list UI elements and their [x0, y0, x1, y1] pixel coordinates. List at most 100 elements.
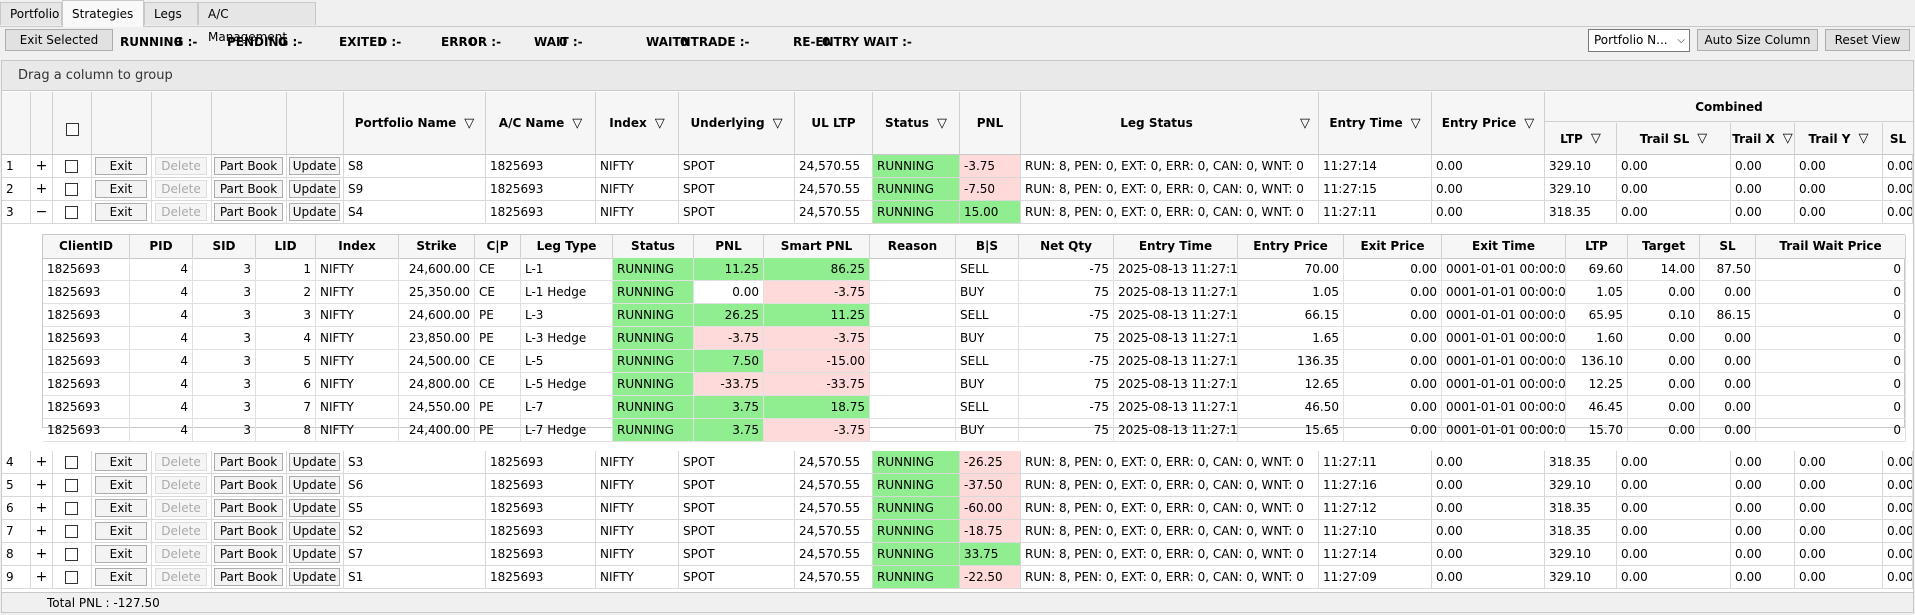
header-status[interactable]: Status ▽ — [873, 92, 960, 154]
exit-button[interactable]: Exit — [95, 476, 147, 494]
group-panel[interactable]: Drag a column to group — [2, 61, 1913, 91]
update-button[interactable]: Update — [289, 157, 340, 175]
legs-header-call-put[interactable]: C|P — [475, 235, 521, 258]
filter-icon[interactable]: ▽ — [1591, 131, 1601, 146]
tab-portfolio[interactable]: Portfolio — [0, 2, 62, 25]
header-ac-name[interactable]: A/C Name ▽ — [486, 92, 596, 154]
row-checkbox[interactable] — [65, 479, 78, 492]
header-leg-status[interactable]: Leg Status ▽ — [1021, 92, 1319, 154]
expand-toggle[interactable]: + — [31, 520, 53, 542]
delete-button[interactable]: Delete — [155, 157, 207, 175]
header-trail-sl[interactable]: Trail SL ▽ — [1617, 123, 1731, 154]
legs-header-lid[interactable]: LID — [256, 235, 316, 258]
header-trail-x[interactable]: Trail X ▽ — [1731, 123, 1795, 154]
header-sl[interactable]: SL — [1883, 123, 1913, 154]
delete-button[interactable]: Delete — [155, 499, 207, 517]
update-button[interactable]: Update — [289, 476, 340, 494]
column-select[interactable]: Portfolio N... ⌵ — [1588, 29, 1690, 52]
header-ul-ltp[interactable]: UL LTP — [795, 92, 873, 154]
legs-header-ltp[interactable]: LTP — [1566, 235, 1628, 258]
filter-icon[interactable]: ▽ — [1411, 116, 1421, 131]
expand-toggle[interactable]: + — [31, 474, 53, 496]
row-checkbox[interactable] — [65, 502, 78, 515]
exit-button[interactable]: Exit — [95, 568, 147, 586]
select-all-checkbox[interactable] — [65, 122, 79, 136]
expand-toggle[interactable]: + — [31, 543, 53, 565]
filter-icon[interactable]: ▽ — [464, 116, 474, 131]
filter-icon[interactable]: ▽ — [773, 116, 783, 131]
part-book-button[interactable]: Part Book — [214, 180, 283, 198]
expand-toggle[interactable]: + — [31, 497, 53, 519]
legs-header-buy-sell[interactable]: B|S — [956, 235, 1019, 258]
filter-icon[interactable]: ▽ — [1858, 131, 1868, 146]
delete-button[interactable]: Delete — [155, 545, 207, 563]
expand-toggle[interactable]: + — [31, 451, 53, 473]
header-entry-price[interactable]: Entry Price ▽ — [1432, 92, 1545, 154]
filter-icon[interactable]: ▽ — [1697, 131, 1707, 146]
exit-selected-button[interactable]: Exit Selected — [5, 29, 113, 51]
update-button[interactable]: Update — [289, 180, 340, 198]
header-ltp[interactable]: LTP ▽ — [1545, 123, 1617, 154]
header-index[interactable]: Index ▽ — [596, 92, 679, 154]
row-checkbox[interactable] — [65, 456, 78, 469]
part-book-button[interactable]: Part Book — [214, 522, 283, 540]
exit-button[interactable]: Exit — [95, 203, 147, 221]
legs-header-exit-time[interactable]: Exit Time — [1442, 235, 1566, 258]
legs-header-index[interactable]: Index — [316, 235, 399, 258]
delete-button[interactable]: Delete — [155, 180, 207, 198]
part-book-button[interactable]: Part Book — [214, 453, 283, 471]
row-checkbox[interactable] — [65, 571, 78, 584]
auto-size-column-button[interactable]: Auto Size Column — [1697, 29, 1818, 51]
part-book-button[interactable]: Part Book — [214, 568, 283, 586]
row-checkbox[interactable] — [65, 525, 78, 538]
legs-header-smart-pnl[interactable]: Smart PNL — [764, 235, 870, 258]
exit-button[interactable]: Exit — [95, 522, 147, 540]
legs-header-strike[interactable]: Strike — [399, 235, 475, 258]
part-book-button[interactable]: Part Book — [214, 545, 283, 563]
update-button[interactable]: Update — [289, 453, 340, 471]
reset-view-button[interactable]: Reset View — [1825, 29, 1910, 51]
delete-button[interactable]: Delete — [155, 203, 207, 221]
row-checkbox[interactable] — [65, 160, 78, 173]
legs-header-client-id[interactable]: ClientID — [43, 235, 130, 258]
exit-button[interactable]: Exit — [95, 453, 147, 471]
legs-header-trail-wait-price[interactable]: Trail Wait Price — [1756, 235, 1906, 258]
exit-button[interactable]: Exit — [95, 545, 147, 563]
expand-toggle[interactable]: + — [31, 566, 53, 588]
filter-icon[interactable]: ▽ — [572, 116, 582, 131]
update-button[interactable]: Update — [289, 522, 340, 540]
expand-toggle[interactable]: − — [31, 201, 53, 223]
delete-button[interactable]: Delete — [155, 453, 207, 471]
update-button[interactable]: Update — [289, 203, 340, 221]
header-portfolio-name[interactable]: Portfolio Name ▽ — [344, 92, 486, 154]
legs-header-pnl[interactable]: PNL — [694, 235, 764, 258]
filter-icon[interactable]: ▽ — [655, 116, 665, 131]
filter-icon[interactable]: ▽ — [937, 116, 947, 131]
legs-header-entry-price[interactable]: Entry Price — [1238, 235, 1344, 258]
delete-button[interactable]: Delete — [155, 476, 207, 494]
legs-header-entry-time[interactable]: Entry Time — [1114, 235, 1238, 258]
update-button[interactable]: Update — [289, 545, 340, 563]
header-pnl[interactable]: PNL — [960, 92, 1021, 154]
row-checkbox[interactable] — [65, 548, 78, 561]
legs-header-reason[interactable]: Reason — [870, 235, 956, 258]
header-entry-time[interactable]: Entry Time ▽ — [1319, 92, 1432, 154]
row-checkbox[interactable] — [65, 183, 78, 196]
filter-icon[interactable]: ▽ — [1524, 116, 1534, 131]
row-checkbox[interactable] — [65, 206, 78, 219]
delete-button[interactable]: Delete — [155, 568, 207, 586]
exit-button[interactable]: Exit — [95, 180, 147, 198]
tab-ac-management[interactable]: A/C Management — [198, 2, 316, 44]
legs-header-sl[interactable]: SL — [1700, 235, 1756, 258]
legs-header-status[interactable]: Status — [613, 235, 694, 258]
tab-strategies[interactable]: Strategies — [62, 0, 144, 27]
legs-header-net-qty[interactable]: Net Qty — [1019, 235, 1114, 258]
delete-button[interactable]: Delete — [155, 522, 207, 540]
legs-header-leg-type[interactable]: Leg Type — [521, 235, 613, 258]
tab-legs[interactable]: Legs — [144, 2, 198, 25]
update-button[interactable]: Update — [289, 499, 340, 517]
exit-button[interactable]: Exit — [95, 499, 147, 517]
header-trail-y[interactable]: Trail Y ▽ — [1795, 123, 1883, 154]
part-book-button[interactable]: Part Book — [214, 157, 283, 175]
legs-header-pid[interactable]: PID — [130, 235, 193, 258]
